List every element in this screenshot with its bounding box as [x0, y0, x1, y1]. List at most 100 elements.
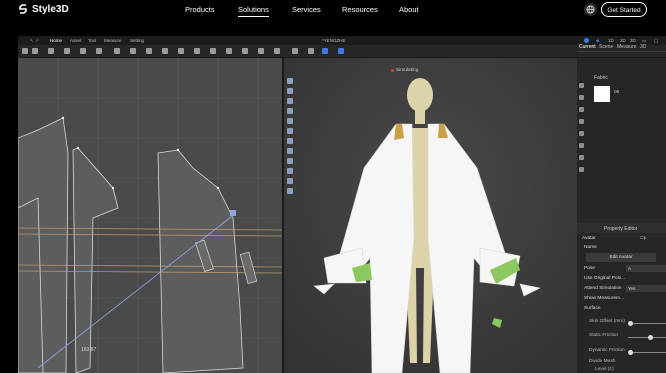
- view-1d[interactable]: 1D: [608, 38, 614, 43]
- nav-services[interactable]: Services: [292, 5, 321, 14]
- garment-3d-view[interactable]: [284, 58, 577, 373]
- material-icon[interactable]: [579, 95, 584, 100]
- move-tool-icon[interactable]: [32, 48, 38, 54]
- sew-tool-icon[interactable]: [178, 48, 184, 54]
- zipper-icon[interactable]: [579, 143, 584, 148]
- 3d-tool-2-icon[interactable]: [287, 88, 293, 94]
- fold-tool-icon[interactable]: [210, 48, 216, 54]
- skin-offset-knob[interactable]: [628, 321, 633, 326]
- divide-mesh-label: Divide Mesh: [589, 359, 616, 364]
- attend-simulation-label: Attend Simulation: [584, 286, 622, 291]
- nav-about[interactable]: About: [399, 5, 419, 14]
- nav-resources[interactable]: Resources: [342, 5, 378, 14]
- maximize-icon[interactable]: ▢: [654, 38, 658, 44]
- edit-point-icon[interactable]: [64, 48, 70, 54]
- gravity-icon[interactable]: [338, 48, 344, 54]
- 3d-tool-10-icon[interactable]: [287, 168, 293, 174]
- 3d-tool-1-icon[interactable]: [287, 78, 293, 84]
- view-3d[interactable]: 3D: [630, 38, 636, 43]
- menu-tool[interactable]: Tool: [88, 38, 96, 43]
- button-icon[interactable]: [579, 119, 584, 124]
- pattern-tool-icon[interactable]: [48, 48, 54, 54]
- original-position-label: Use Original Posi...: [584, 276, 626, 281]
- 3d-tool-8-icon[interactable]: [287, 148, 293, 154]
- show-measurement-label: Show Measurem...: [584, 296, 624, 301]
- menu-measure[interactable]: Measure: [104, 38, 122, 43]
- right-panel: [577, 58, 666, 373]
- menu-home[interactable]: Home: [50, 38, 62, 43]
- free-sew-icon[interactable]: [194, 48, 200, 54]
- trim-icon[interactable]: [579, 107, 584, 112]
- site-header: Style3D Products Solutions Services Reso…: [0, 0, 666, 20]
- fabric-swatch[interactable]: [594, 86, 610, 102]
- skin-offset-slider[interactable]: [628, 323, 666, 324]
- simulating-indicator-icon: [391, 69, 394, 72]
- 3d-tool-4-icon[interactable]: [287, 108, 293, 114]
- avatar-canvas: [284, 58, 577, 373]
- app-menubar: ↖ ↗ Home Asset Tool Measure Setting *YEN…: [18, 36, 666, 45]
- pattern-2d-view[interactable]: 183.87: [18, 58, 282, 373]
- pin-tool-icon[interactable]: [226, 48, 232, 54]
- nav-products[interactable]: Products: [185, 5, 215, 14]
- surface-label: Surface: [584, 306, 601, 311]
- document-title: *YENGZHE: [322, 38, 346, 43]
- 3d-move-icon[interactable]: [308, 48, 314, 54]
- attend-simulation-select[interactable]: Yes: [626, 285, 666, 292]
- edit-avatar-button[interactable]: Edit Avatar: [586, 253, 656, 262]
- view-2d[interactable]: 2D: [620, 38, 626, 43]
- app-window: ↖ ↗ Home Asset Tool Measure Setting *YEN…: [18, 36, 666, 373]
- tab-3d[interactable]: 3D: [640, 44, 646, 50]
- cloud-icon[interactable]: [584, 38, 589, 43]
- simulate-icon[interactable]: [322, 48, 328, 54]
- settings-icon[interactable]: [579, 167, 584, 172]
- name-label: Name: [584, 245, 597, 250]
- globe-icon[interactable]: [584, 3, 597, 16]
- options-tab[interactable]: Op: [640, 236, 646, 241]
- add-point-icon[interactable]: [80, 48, 86, 54]
- 3d-tool-9-icon[interactable]: [287, 158, 293, 164]
- menu-icons[interactable]: ↖ ↗: [30, 38, 39, 44]
- fabric-code: 06: [614, 90, 620, 95]
- 3d-select-icon[interactable]: [292, 48, 298, 54]
- tab-scene[interactable]: Scene: [599, 44, 613, 50]
- zipper-tool-icon[interactable]: [274, 48, 280, 54]
- dart-tool-icon[interactable]: [162, 48, 168, 54]
- topstitch-icon[interactable]: [579, 155, 584, 160]
- property-editor-title: Property Editor: [604, 226, 638, 232]
- 3d-tool-6-icon[interactable]: [287, 128, 293, 134]
- 3d-tool-7-icon[interactable]: [287, 138, 293, 144]
- 3d-tool-3-icon[interactable]: [287, 98, 293, 104]
- 3d-tool-5-icon[interactable]: [287, 118, 293, 124]
- right-panel-sidebar: [577, 76, 587, 226]
- texture-tool-icon[interactable]: [242, 48, 248, 54]
- pattern-pieces: [18, 117, 244, 373]
- tab-current[interactable]: Current: [579, 44, 596, 50]
- measurement-readout: 183.87: [81, 347, 97, 353]
- select-tool-icon[interactable]: [22, 48, 28, 54]
- nav-solutions[interactable]: Solutions: [238, 5, 269, 17]
- line-tool-icon[interactable]: [114, 48, 120, 54]
- get-started-button[interactable]: Get Started: [601, 2, 647, 17]
- button-tool-icon[interactable]: [258, 48, 264, 54]
- fabric-icon[interactable]: [579, 83, 584, 88]
- pose-label: Pose: [584, 266, 595, 271]
- menu-asset[interactable]: Asset: [70, 38, 81, 43]
- curve-tool-icon[interactable]: [96, 48, 102, 54]
- 3d-tool-11-icon[interactable]: [287, 178, 293, 184]
- menu-setting[interactable]: Setting: [130, 38, 144, 43]
- brand-logo[interactable]: Style3D: [18, 3, 69, 15]
- static-friction-label: Static Friction: [589, 333, 619, 338]
- pattern-canvas: [18, 58, 282, 373]
- circle-tool-icon[interactable]: [146, 48, 152, 54]
- dynamic-friction-slider[interactable]: [628, 352, 666, 353]
- brand-name: Style3D: [32, 3, 69, 15]
- rectangle-tool-icon[interactable]: [130, 48, 136, 54]
- static-friction-knob[interactable]: [648, 335, 653, 340]
- 3d-side-toolbar: [286, 74, 295, 254]
- graphic-icon[interactable]: [579, 131, 584, 136]
- tab-measure[interactable]: Measure: [617, 44, 636, 50]
- dynamic-friction-knob[interactable]: [628, 350, 633, 355]
- static-friction-slider[interactable]: [628, 337, 666, 338]
- pose-select[interactable]: A: [626, 265, 666, 272]
- 3d-tool-12-icon[interactable]: [287, 188, 293, 194]
